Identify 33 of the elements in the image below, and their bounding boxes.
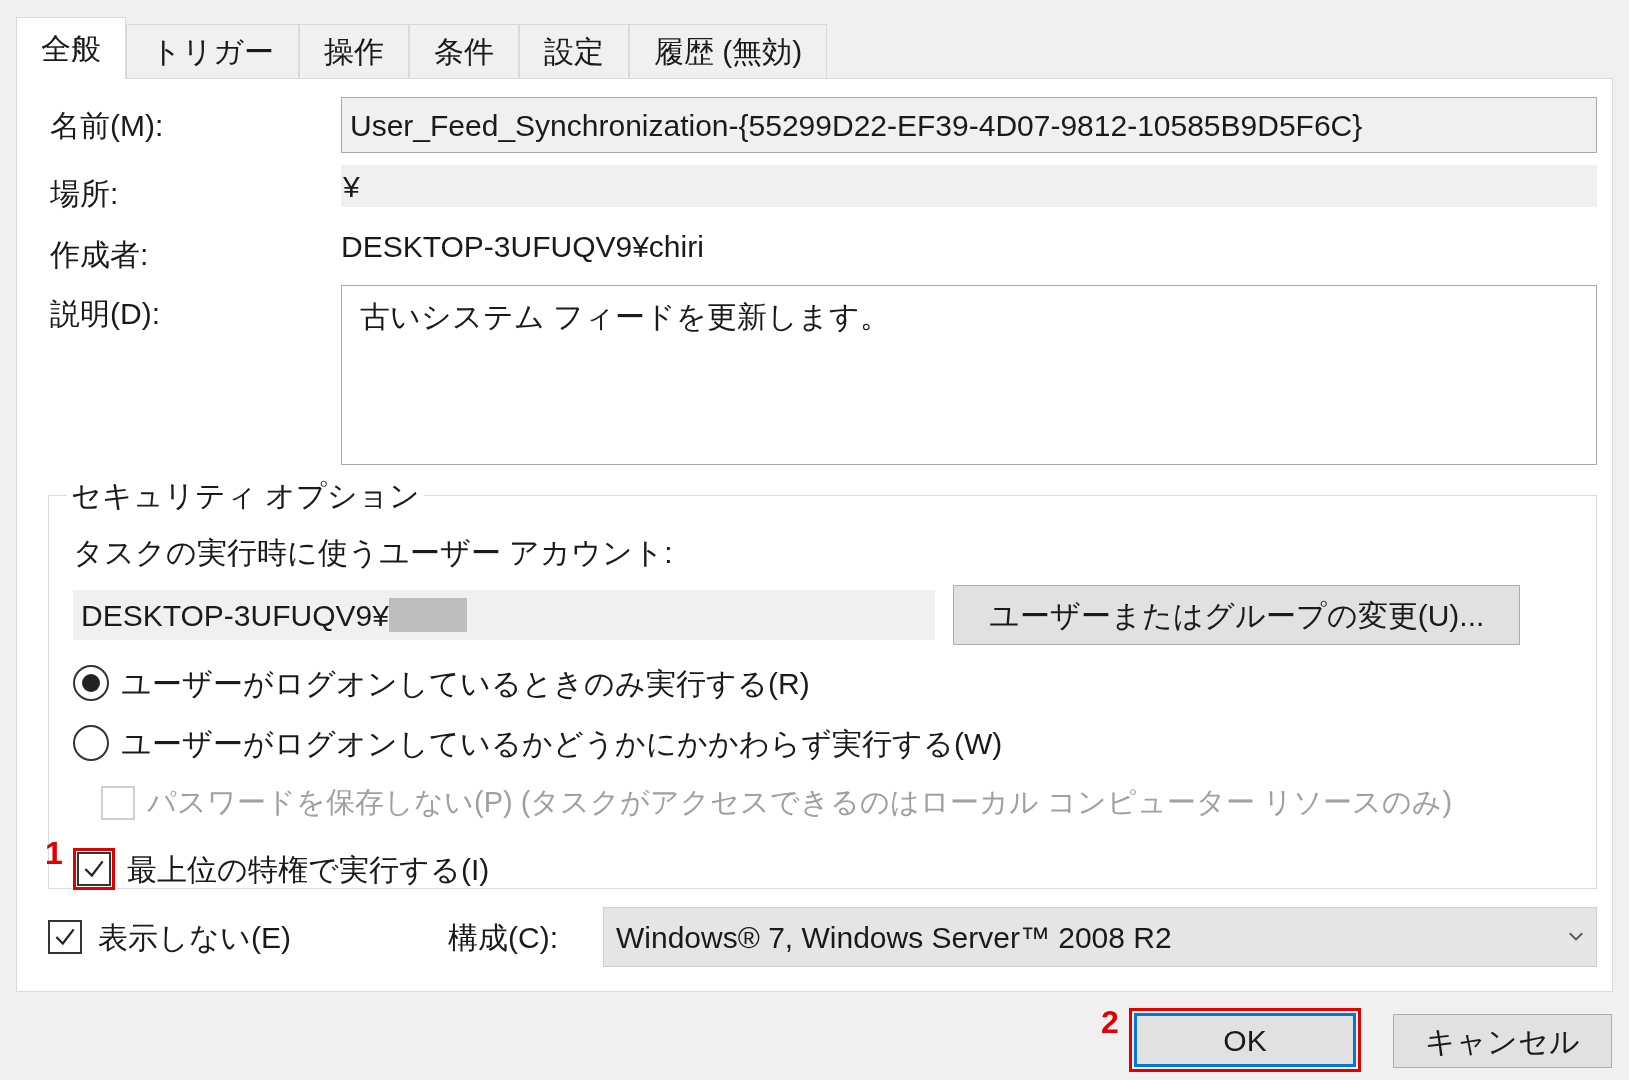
tab[interactable]: 設定 [519, 24, 629, 78]
tab[interactable]: 条件 [409, 24, 519, 78]
tab[interactable]: 操作 [299, 24, 409, 78]
account-value: DESKTOP-3UFUQV9¥ [81, 597, 389, 634]
location-field: ¥ [341, 165, 1597, 207]
checkbox-label: 表示しない(E) [98, 919, 292, 956]
name-field[interactable]: User_Feed_Synchronization-{55299D22-EF39-4D07-9812-10585B9D5F6C} [341, 97, 1597, 153]
chevron-down-icon [1568, 932, 1584, 942]
group-title: セキュリティ オプション [70, 478, 422, 514]
checkbox-label: パスワードを保存しない(P) (タスクがアクセスできるのはローカル コンピューター リソースのみ) [147, 785, 1453, 821]
radio-button[interactable] [73, 665, 109, 701]
callout-number: 1 [45, 834, 63, 873]
radio-label: ユーザーがログオンしているかどうかにかかわらず実行する(W) [121, 725, 1003, 762]
config-dropdown[interactable]: Windows® 7, Windows Server™ 2008 R2 [603, 907, 1597, 967]
checkbox-label: 最上位の特権で実行する(I) [127, 851, 490, 888]
radio-label: ユーザーがログオンしているときのみ実行する(R) [121, 665, 810, 702]
author-value: DESKTOP-3UFUQV9¥chiri [341, 228, 705, 265]
checkbox[interactable] [48, 920, 82, 954]
tab[interactable]: 全般 [16, 17, 126, 79]
callout-number: 2 [1101, 1003, 1119, 1042]
ok-button[interactable]: OK [1134, 1013, 1356, 1067]
description-field[interactable]: 古いシステム フィードを更新します。 [341, 285, 1597, 465]
tab[interactable]: 履歴 (無効) [629, 24, 828, 78]
field-label: 名前(M): [49, 108, 164, 144]
radio-button[interactable] [73, 725, 109, 761]
account-label: タスクの実行時に使うユーザー アカウント: [73, 535, 674, 571]
tab[interactable]: トリガー [126, 24, 299, 78]
field-label: 作成者: [49, 237, 149, 273]
field-label: 説明(D): [49, 296, 160, 332]
change-user-button[interactable]: ユーザーまたはグループの変更(U)... [953, 585, 1520, 645]
field-label: 場所: [49, 176, 119, 212]
cancel-button[interactable]: キャンセル [1393, 1014, 1612, 1068]
config-label: 構成(C): [448, 919, 559, 956]
